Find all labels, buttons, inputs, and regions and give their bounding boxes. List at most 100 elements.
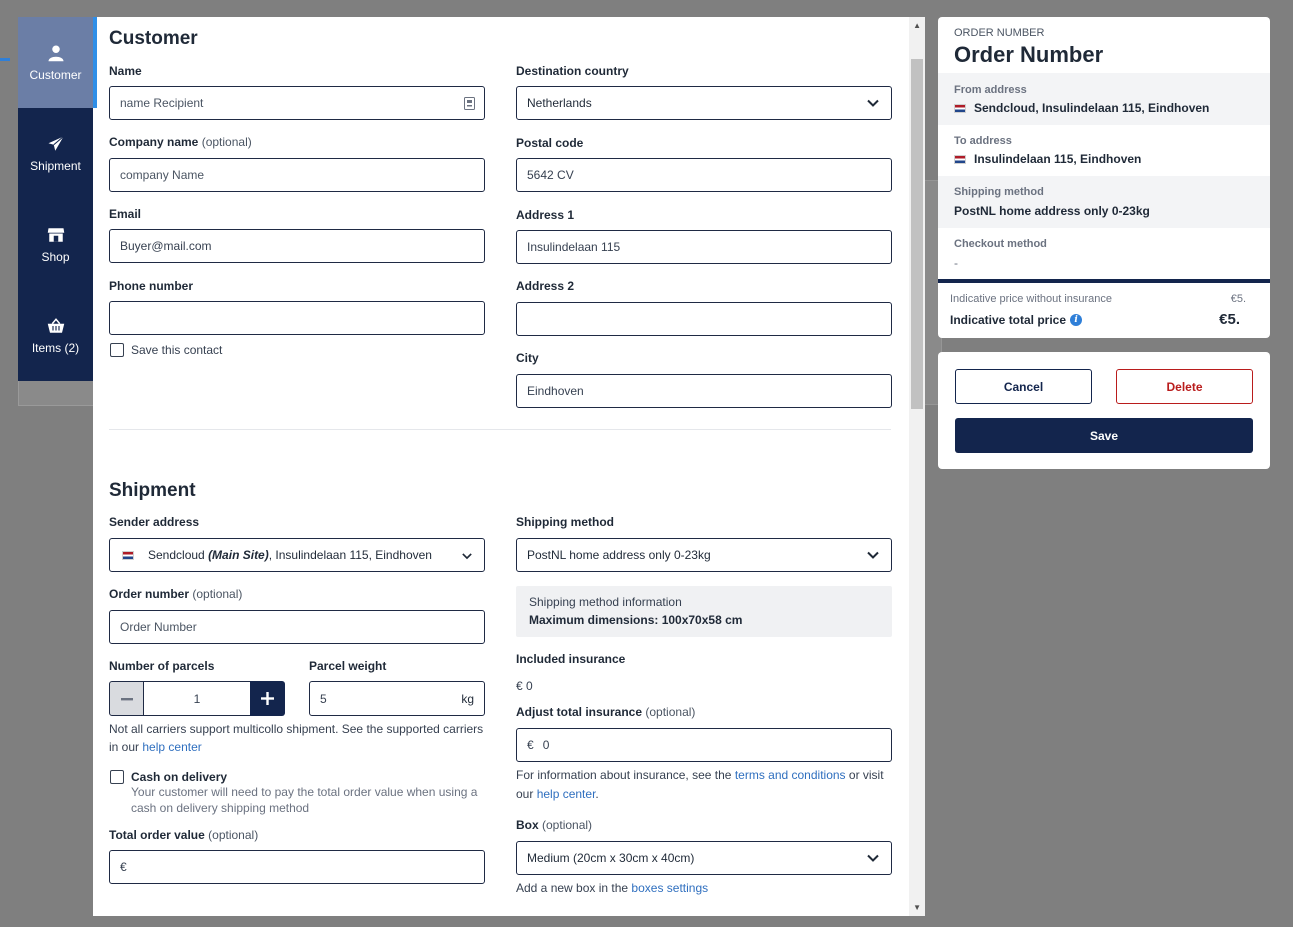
nav-item-items[interactable]: Items (2)	[18, 290, 93, 381]
decrement-button[interactable]	[109, 681, 144, 716]
total-price-label: Indicative total price i	[950, 313, 1083, 327]
nav-label: Items (2)	[31, 340, 80, 355]
active-section-indicator	[93, 17, 97, 108]
email-input[interactable]: Buyer@mail.com	[109, 229, 485, 263]
price-no-insurance-value: €5.	[1230, 293, 1246, 305]
parcels-value: 1	[193, 691, 201, 706]
summary-method-label: Shipping method	[954, 186, 1044, 198]
summary-title: Order Number	[954, 42, 1104, 67]
order-number-input[interactable]: Order Number	[109, 610, 485, 644]
total-order-label: Total order value (optional)	[109, 828, 259, 842]
insurance-help-center-link[interactable]: help center	[537, 787, 596, 801]
nav-label: Shipment	[30, 158, 81, 173]
summary-to-row: To address Insulindelaan 115, Eindhoven	[938, 125, 1270, 176]
multicollo-note: Not all carriers support multicollo ship…	[109, 722, 484, 754]
cod-checkbox[interactable]	[110, 770, 124, 784]
company-label: Company name (optional)	[109, 135, 252, 149]
parcels-stepper: 1	[109, 681, 285, 716]
help-center-link[interactable]: help center	[142, 740, 201, 754]
postal-value: 5642 CV	[527, 168, 574, 182]
background-tab-indicator	[0, 58, 10, 61]
save-contact-checkbox[interactable]	[110, 343, 124, 357]
chevron-down-icon	[867, 551, 879, 559]
weight-unit: kg	[461, 692, 474, 706]
netherlands-flag-icon	[954, 155, 966, 165]
actions-panel: Cancel Delete Save	[938, 352, 1270, 469]
summary-method-value: PostNL home address only 0-23kg	[954, 204, 1150, 218]
chevron-down-icon	[462, 553, 472, 560]
box-value: Medium (20cm x 30cm x 40cm)	[527, 851, 695, 865]
company-placeholder: company Name	[120, 168, 205, 182]
price-no-insurance-label: Indicative price without insurance	[950, 293, 1113, 305]
side-nav: Customer Shipment Shop Items (2)	[18, 17, 93, 381]
checkout-method-value: -	[954, 256, 958, 270]
total-order-input[interactable]: €	[109, 850, 485, 884]
customer-section-title: Customer	[109, 28, 198, 49]
phone-label: Phone number	[109, 279, 194, 293]
weight-input[interactable]: 5 kg	[309, 681, 485, 716]
nav-item-customer[interactable]: Customer	[18, 17, 93, 108]
adjust-insurance-label: Adjust total insurance (optional)	[516, 705, 696, 719]
nav-item-shop[interactable]: Shop	[18, 199, 93, 290]
parcels-input[interactable]: 1	[143, 681, 251, 716]
weight-label: Parcel weight	[309, 659, 387, 673]
cancel-button[interactable]: Cancel	[955, 369, 1092, 404]
name-input[interactable]: name Recipient	[109, 86, 485, 120]
scroll-up-arrow-icon[interactable]: ▲	[913, 21, 921, 30]
name-placeholder: name Recipient	[120, 96, 204, 110]
address1-label: Address 1	[516, 208, 575, 222]
shipping-method-value: PostNL home address only 0-23kg	[527, 548, 711, 562]
to-address-label: To address	[954, 135, 1012, 147]
basket-icon	[47, 317, 64, 333]
from-address-value: Sendcloud, Insulindelaan 115, Eindhoven	[954, 101, 1209, 115]
total-currency: €	[120, 860, 127, 874]
company-input[interactable]: company Name	[109, 158, 485, 192]
nav-label: Shop	[41, 249, 70, 264]
included-insurance-value: € 0	[516, 679, 533, 693]
scroll-down-arrow-icon[interactable]: ▼	[913, 903, 921, 912]
name-label: Name	[109, 64, 142, 78]
sender-value: Sendcloud (Main Site), Insulindelaan 115…	[148, 548, 432, 562]
address2-label: Address 2	[516, 279, 575, 293]
city-label: City	[516, 351, 539, 365]
postal-input[interactable]: 5642 CV	[516, 158, 892, 192]
country-select[interactable]: Netherlands	[516, 86, 892, 120]
address1-value: Insulindelaan 115	[527, 240, 621, 254]
delete-button[interactable]: Delete	[1116, 369, 1253, 404]
total-price-value: €5.	[1219, 311, 1240, 328]
box-label: Box (optional)	[516, 818, 593, 832]
method-label: Shipping method	[516, 515, 614, 529]
adjust-insurance-input[interactable]: € 0	[516, 728, 892, 762]
address2-input[interactable]	[516, 302, 892, 336]
modal-scrollbar[interactable]: ▲ ▼	[909, 17, 925, 916]
scroll-thumb[interactable]	[911, 59, 923, 409]
boxes-settings-link[interactable]: boxes settings	[631, 881, 708, 895]
phone-input[interactable]	[109, 301, 485, 335]
sender-label: Sender address	[109, 515, 200, 529]
netherlands-flag-icon	[122, 550, 134, 560]
increment-button[interactable]	[250, 681, 285, 716]
save-contact-label: Save this contact	[131, 343, 223, 357]
city-value: Eindhoven	[527, 384, 584, 398]
country-label: Destination country	[516, 64, 629, 78]
info-icon[interactable]: i	[1070, 314, 1083, 326]
order-edit-modal: Customer Name name Recipient Company nam…	[93, 17, 925, 916]
city-input[interactable]: Eindhoven	[516, 374, 892, 408]
minus-icon	[120, 697, 133, 700]
background-card	[18, 380, 98, 406]
store-icon	[47, 227, 64, 242]
insurance-value: 0	[542, 738, 550, 752]
postal-label: Postal code	[516, 136, 584, 150]
save-button[interactable]: Save	[955, 418, 1253, 453]
netherlands-flag-icon	[954, 104, 966, 114]
order-number-placeholder: Order Number	[120, 620, 197, 634]
sender-select[interactable]: Sendcloud (Main Site), Insulindelaan 115…	[109, 538, 485, 572]
shipping-method-select[interactable]: PostNL home address only 0-23kg	[516, 538, 892, 572]
address1-input[interactable]: Insulindelaan 115	[516, 230, 892, 264]
insurance-currency: €	[527, 738, 534, 752]
method-info-title: Shipping method information	[529, 595, 682, 609]
terms-link[interactable]: terms and conditions	[735, 768, 846, 782]
nav-label: Customer	[29, 67, 82, 82]
nav-item-shipment[interactable]: Shipment	[18, 108, 93, 199]
box-select[interactable]: Medium (20cm x 30cm x 40cm)	[516, 841, 892, 875]
